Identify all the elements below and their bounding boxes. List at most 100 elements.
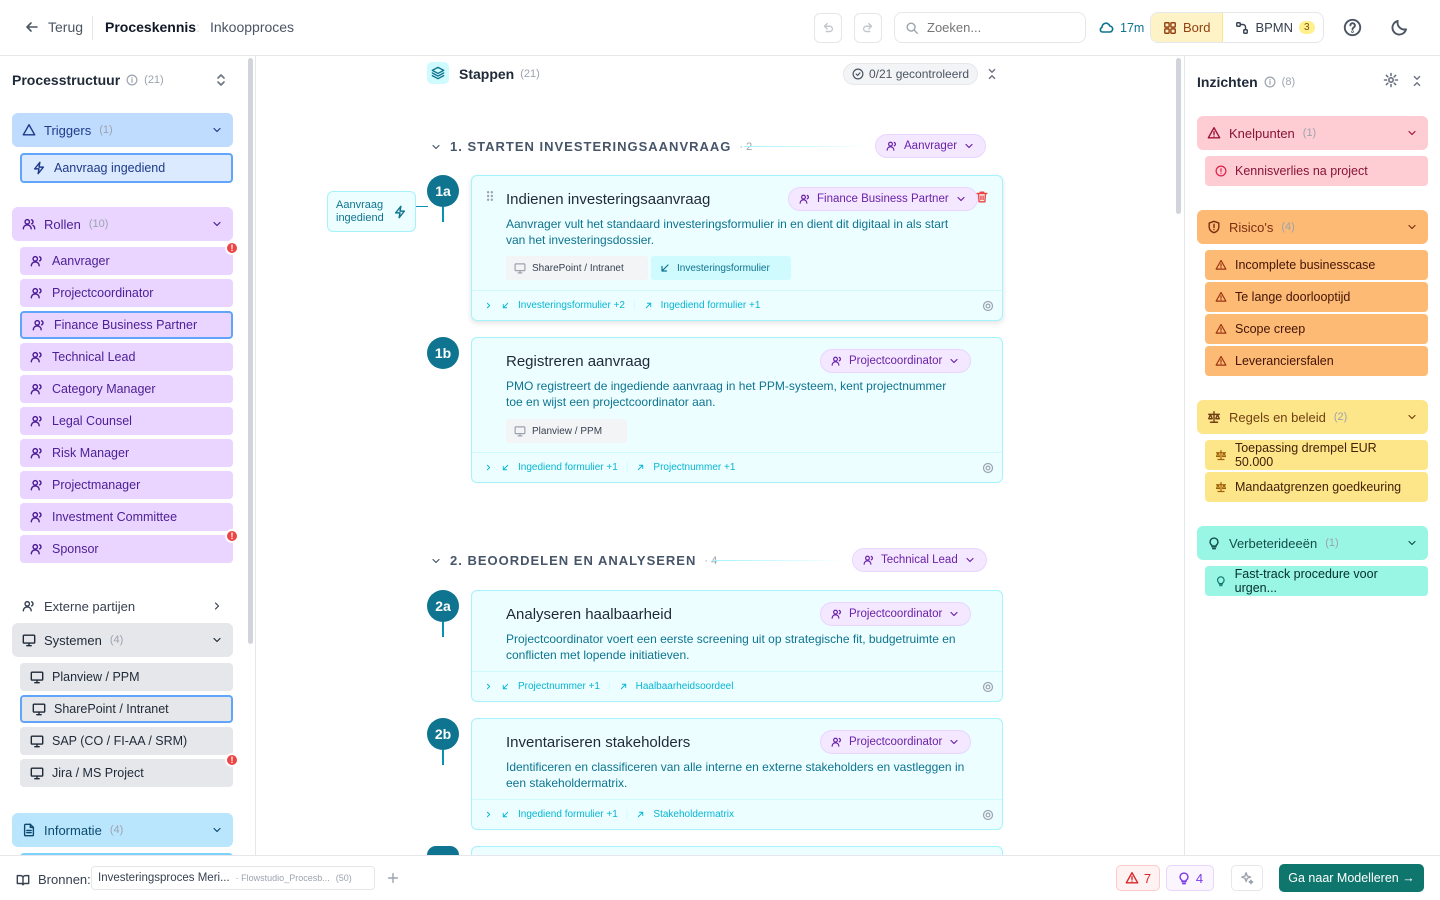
left-scrollbar[interactable] (248, 58, 253, 644)
status-circle-icon[interactable] (982, 462, 994, 474)
insight-item[interactable]: Mandaatgrenzen goedkeuring (1205, 472, 1428, 502)
add-source-icon[interactable] (386, 871, 400, 885)
step-io-footer[interactable]: Projectnummer +1 | Haalbaarheidsoordeel (472, 671, 1002, 701)
collapse-all-icon[interactable] (985, 67, 999, 81)
group-regels[interactable]: Regels en beleid (2) (1197, 400, 1428, 434)
role-item[interactable]: Investment Committee (20, 503, 233, 531)
help-button[interactable] (1343, 18, 1362, 37)
step-io-footer[interactable]: Investeringsformulier +2 | Ingediend for… (472, 290, 1002, 320)
step-card[interactable]: Registreren aanvraag Projectcoordinator … (471, 337, 1003, 483)
redo-button[interactable] (854, 13, 882, 43)
step-card[interactable]: Inventariseren stakeholders Projectcoord… (471, 718, 1003, 830)
status-circle-icon[interactable] (982, 809, 994, 821)
view-bpmn-tab[interactable]: BPMN 3 (1223, 13, 1323, 42)
status-circle-icon[interactable] (982, 300, 994, 312)
step-card-partial[interactable] (471, 846, 1003, 855)
group-systems[interactable]: Systemen (4) (12, 623, 233, 657)
scale-icon (1215, 481, 1227, 493)
step-card[interactable]: Analyseren haalbaarheid Projectcoordinat… (471, 590, 1003, 702)
view-board-tab[interactable]: Bord (1151, 13, 1224, 42)
role-item[interactable]: Legal Counsel (20, 407, 233, 435)
group-knelpunten[interactable]: Knelpunten (1) (1197, 116, 1428, 150)
phase-header[interactable]: 2. BEOORDELEN EN ANALYSEREN · 4 (430, 553, 717, 568)
monitor-icon (30, 671, 44, 684)
arrow-down-left-icon (502, 811, 509, 818)
step-description: Aanvrager vult het standaard investering… (506, 217, 949, 247)
page-title: Proceskennis (105, 19, 197, 35)
back-button[interactable]: Terug (24, 19, 83, 35)
theme-toggle[interactable] (1390, 18, 1409, 37)
chevron-down-icon (213, 221, 221, 227)
phase-header[interactable]: 1. STARTEN INVESTERINGSAANVRAAG · 2 (430, 139, 752, 154)
role-item[interactable]: Projectcoordinator (20, 279, 233, 307)
insight-item[interactable]: Scope creep (1205, 314, 1428, 344)
undo-icon (823, 22, 834, 33)
status-circle-icon[interactable] (982, 681, 994, 693)
role-item[interactable]: Finance Business Partner (20, 311, 233, 339)
trigger-chip[interactable]: Aanvraag ingediend (327, 191, 416, 232)
chevron-down-icon (950, 611, 958, 617)
role-item[interactable]: Risk Manager (20, 439, 233, 467)
group-roles[interactable]: Rollen (10) (12, 207, 233, 241)
role-item[interactable]: Projectmanager (20, 471, 233, 499)
ideas-button[interactable]: 4 (1166, 865, 1214, 891)
insight-item[interactable]: Fast-track procedure voor urgen... (1205, 566, 1428, 596)
step-io-footer[interactable]: Ingediend formulier +1 | Projectnummer +… (472, 452, 1002, 482)
center-scrollbar[interactable] (1176, 58, 1181, 214)
system-tag[interactable]: SharePoint / Intranet (506, 256, 648, 280)
chevron-down-icon (213, 827, 221, 833)
phase-role-pill[interactable]: Technical Lead (852, 548, 987, 572)
chevron-right-icon (486, 683, 491, 690)
undo-button[interactable] (814, 13, 842, 43)
chevrons-updown-icon[interactable] (213, 72, 229, 88)
group-verbeterideeen[interactable]: Verbeterideeën (1) (1197, 526, 1428, 560)
step-role-pill[interactable]: Finance Business Partner (788, 187, 978, 211)
step-title: Indienen investeringsaanvraag (506, 191, 711, 208)
monitor-icon (22, 634, 36, 647)
role-item[interactable]: Sponsor! (20, 529, 239, 563)
insight-item[interactable]: Kennisverlies na project (1205, 156, 1428, 186)
step-role-pill[interactable]: Projectcoordinator (820, 349, 972, 373)
role-item[interactable]: Category Manager (20, 375, 233, 403)
info-tag[interactable]: Investeringsformulier (651, 256, 791, 280)
group-information[interactable]: Informatie (4) (12, 813, 233, 847)
source-chip[interactable]: Investeringsproces Meri... · Flowstudio_… (91, 866, 375, 890)
step-io-footer[interactable]: Ingediend formulier +1 | Stakeholdermatr… (472, 799, 1002, 829)
check-circle-icon (852, 68, 864, 80)
collapse-panel-icon[interactable] (1410, 74, 1424, 88)
insight-item[interactable]: Te lange doorlooptijd (1205, 282, 1428, 312)
drag-handle-icon[interactable] (484, 190, 496, 202)
trigger-item[interactable]: Aanvraag ingediend (20, 153, 233, 183)
step-card[interactable]: Indienen investeringsaanvraag Finance Bu… (471, 175, 1003, 321)
alert-triangle-icon (1215, 355, 1227, 366)
settings-icon[interactable] (1383, 72, 1399, 88)
phase-role-pill[interactable]: Aanvrager (875, 134, 987, 158)
group-triggers[interactable]: Triggers (1) (12, 113, 233, 147)
insight-item[interactable]: Incomplete businesscase (1205, 250, 1428, 280)
search-input[interactable] (927, 20, 1067, 35)
insight-item[interactable]: Toepassing drempel EUR 50.000 (1205, 440, 1428, 470)
search-box[interactable] (894, 12, 1086, 43)
chevron-right-icon (486, 302, 491, 309)
warnings-button[interactable]: 7 (1116, 865, 1160, 891)
group-risicos[interactable]: Risico's (4) (1197, 210, 1428, 244)
group-external[interactable]: Externe partijen (12, 589, 233, 623)
insight-item[interactable]: Leveranciersfalen (1205, 346, 1428, 376)
role-item[interactable]: Aanvrager! (20, 241, 239, 275)
monitor-icon (30, 735, 44, 748)
ai-assist-button[interactable] (1231, 865, 1263, 891)
go-to-modelling-button[interactable]: Ga naar Modelleren → (1279, 864, 1424, 892)
system-item[interactable]: Planview / PPM (20, 663, 233, 691)
system-item[interactable]: SAP (CO / FI-AA / SRM) (20, 727, 233, 755)
step-role-pill[interactable]: Projectcoordinator (820, 602, 972, 626)
role-item[interactable]: Technical Lead (20, 343, 233, 371)
chevron-right-icon (486, 464, 491, 471)
step-role-pill[interactable]: Projectcoordinator (820, 730, 972, 754)
system-tag[interactable]: Planview / PPM (506, 419, 627, 443)
left-panel-title: Processtructuur (21) (12, 72, 164, 88)
trash-icon[interactable] (975, 190, 989, 204)
system-item[interactable]: SharePoint / Intranet (20, 695, 233, 723)
system-item[interactable]: Jira / MS Project! (20, 753, 239, 787)
chevron-down-icon (957, 196, 965, 202)
arrow-down-left-icon (661, 264, 669, 272)
